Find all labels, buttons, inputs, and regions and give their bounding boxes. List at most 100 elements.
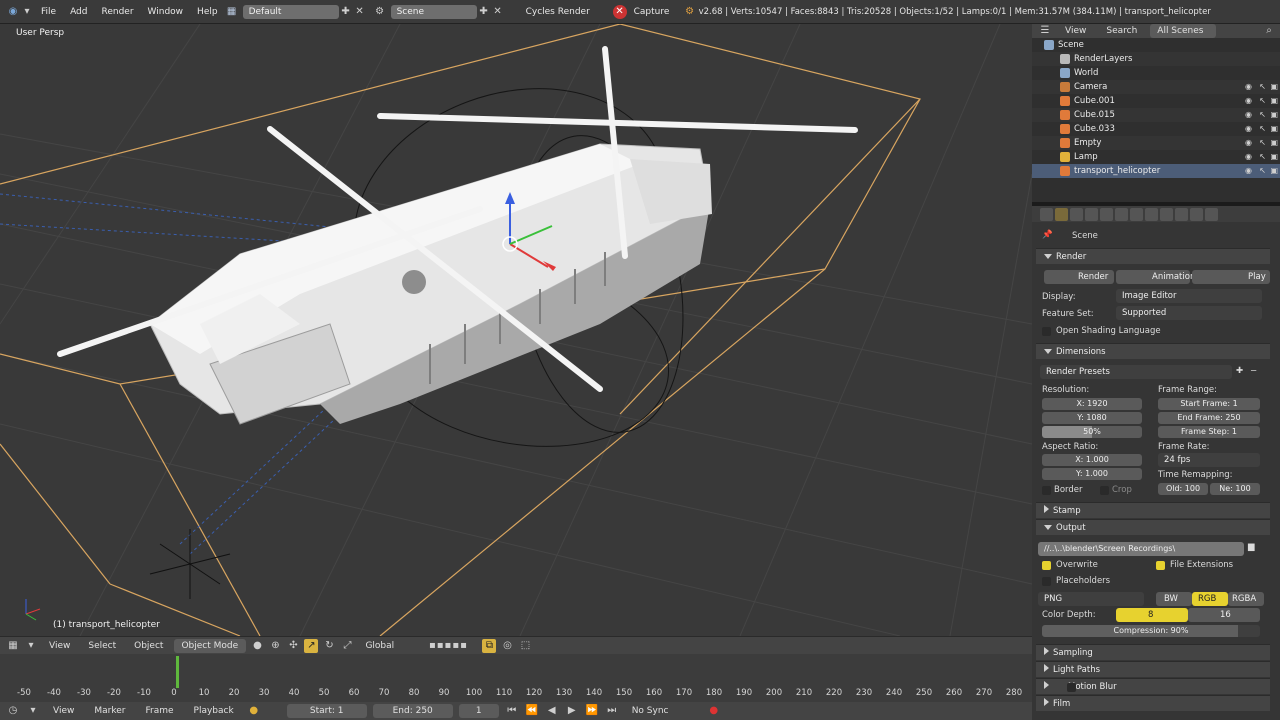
play-icon[interactable]: ▶ xyxy=(565,704,579,718)
selectable-arrow-icon[interactable]: ↖ xyxy=(1259,150,1266,164)
select-menu[interactable]: Select xyxy=(81,639,123,653)
search-icon[interactable]: ⌕ xyxy=(1262,24,1276,38)
visibility-eye-icon[interactable]: ◉ xyxy=(1245,136,1252,150)
tab-world-icon[interactable] xyxy=(1100,207,1113,221)
editor-type-icon[interactable]: ▦ xyxy=(6,639,20,653)
format-select[interactable]: PNG xyxy=(1038,592,1144,606)
jump-end-icon[interactable]: ⏭ xyxy=(605,704,619,718)
rotate-icon[interactable]: ↻ xyxy=(322,639,336,653)
timeline-view-menu[interactable]: View xyxy=(46,704,81,718)
render-camera-icon[interactable]: ▣ xyxy=(1270,122,1278,136)
translate-icon[interactable]: ↗ xyxy=(304,638,319,653)
outliner-item[interactable]: Cube.033 ◉ ↖ ▣ xyxy=(1032,122,1280,136)
current-frame-field[interactable]: 1 xyxy=(458,704,499,718)
scene-icon[interactable]: ⚙ xyxy=(373,5,387,19)
proportional-icon[interactable]: ◎ xyxy=(500,639,514,653)
resolution-y-field[interactable]: Y: 1080 xyxy=(1042,412,1142,424)
manipulator-icon[interactable]: ✣ xyxy=(286,639,300,653)
outliner-item[interactable]: RenderLayers xyxy=(1032,52,1280,66)
placeholders-checkbox[interactable] xyxy=(1042,577,1051,586)
output-path-field[interactable]: //..\..\blender\Screen Recordings\ xyxy=(1038,542,1244,556)
outliner-item[interactable]: Cube.001 ◉ ↖ ▣ xyxy=(1032,94,1280,108)
play-button[interactable]: Play xyxy=(1192,270,1270,284)
motion-blur-panel-header[interactable]: Motion Blur xyxy=(1036,678,1270,694)
rgba-button[interactable]: RGBA xyxy=(1228,592,1264,606)
outliner-editor-icon[interactable]: ☰ xyxy=(1038,24,1052,38)
view-menu[interactable]: View xyxy=(42,639,77,653)
render-presets-select[interactable]: Render Presets xyxy=(1040,365,1232,379)
bw-button[interactable]: BW xyxy=(1156,592,1192,606)
osl-checkbox[interactable] xyxy=(1042,327,1051,336)
render-camera-icon[interactable]: ▣ xyxy=(1270,150,1278,164)
frame-step-field[interactable]: Frame Step: 1 xyxy=(1158,426,1260,438)
end-frame-field[interactable]: End Frame: 250 xyxy=(1158,412,1260,424)
visibility-eye-icon[interactable]: ◉ xyxy=(1245,150,1252,164)
selectable-arrow-icon[interactable]: ↖ xyxy=(1259,164,1266,178)
orientation-select[interactable]: Global xyxy=(358,639,414,653)
aspect-y-field[interactable]: Y: 1.000 xyxy=(1042,468,1142,480)
object-menu[interactable]: Object xyxy=(127,639,170,653)
record-icon[interactable]: ● xyxy=(707,704,721,718)
rgb-button[interactable]: RGB xyxy=(1192,592,1228,606)
outliner-display-select[interactable]: All Scenes xyxy=(1150,24,1217,38)
menu-render[interactable]: Render xyxy=(95,7,141,17)
color-depth-16-button[interactable]: 16 xyxy=(1188,608,1260,622)
mode-select[interactable]: Object Mode xyxy=(174,638,247,653)
tab-render-icon[interactable] xyxy=(1055,207,1068,221)
remove-scene-icon[interactable]: ✕ xyxy=(491,5,505,19)
timeline-playback-menu[interactable]: Playback xyxy=(187,704,241,718)
add-scene-icon[interactable]: ✚ xyxy=(477,5,491,19)
animation-button[interactable]: Animation xyxy=(1116,270,1195,284)
render-camera-icon[interactable]: ▣ xyxy=(1270,136,1278,150)
render-preview-icon[interactable]: ⬚ xyxy=(518,639,532,653)
render-camera-icon[interactable]: ▣ xyxy=(1270,94,1278,108)
outliner-item[interactable]: Cube.015 ◉ ↖ ▣ xyxy=(1032,108,1280,122)
tab-editor-icon[interactable] xyxy=(1040,207,1053,221)
jump-start-icon[interactable]: ⏮ xyxy=(505,704,519,718)
render-camera-icon[interactable]: ▣ xyxy=(1270,164,1278,178)
scale-icon[interactable]: ⤢ xyxy=(340,639,354,653)
outliner-item[interactable]: Camera ◉ ↖ ▣ xyxy=(1032,80,1280,94)
capture-stop-icon[interactable]: ✕ xyxy=(612,4,627,19)
menu-window[interactable]: Window xyxy=(141,7,191,17)
keyframe-icon[interactable]: ● xyxy=(247,704,261,718)
crop-checkbox[interactable] xyxy=(1100,486,1109,495)
motion-blur-checkbox[interactable] xyxy=(1067,683,1076,692)
sync-select[interactable]: No Sync xyxy=(625,704,701,718)
transport-helicopter-model[interactable] xyxy=(149,143,712,425)
selectable-arrow-icon[interactable]: ↖ xyxy=(1259,122,1266,136)
start-frame-field[interactable]: Start: 1 xyxy=(286,704,367,718)
dimensions-panel-header[interactable]: Dimensions xyxy=(1036,343,1270,359)
menu-help[interactable]: Help xyxy=(190,7,225,17)
add-preset-icon[interactable]: ✚ xyxy=(1236,366,1243,376)
timeline-frame-menu[interactable]: Frame xyxy=(138,704,180,718)
film-panel-header[interactable]: Film xyxy=(1036,695,1270,711)
tab-texture-icon[interactable] xyxy=(1190,207,1203,221)
outliner-view-menu[interactable]: View xyxy=(1058,24,1093,38)
3d-viewport[interactable]: User Persp (1) transport_helicopter xyxy=(0,24,1032,636)
selectable-arrow-icon[interactable]: ↖ xyxy=(1259,80,1266,94)
tab-physics-icon[interactable] xyxy=(1205,207,1218,221)
current-frame-cursor[interactable] xyxy=(176,656,179,688)
screen-layout-field[interactable]: Default xyxy=(242,4,339,19)
selectable-arrow-icon[interactable]: ↖ xyxy=(1259,94,1266,108)
light-paths-panel-header[interactable]: Light Paths xyxy=(1036,661,1270,677)
menu-collapse-icon[interactable]: ▾ xyxy=(24,639,38,653)
render-panel-header[interactable]: Render xyxy=(1036,248,1270,264)
output-panel-header[interactable]: Output xyxy=(1036,519,1270,535)
shading-icon[interactable]: ● xyxy=(250,639,264,653)
color-depth-8-button[interactable]: 8 xyxy=(1116,608,1188,622)
capture-label[interactable]: Capture xyxy=(627,7,683,17)
tab-scene-icon[interactable] xyxy=(1085,207,1098,221)
compression-slider[interactable]: Compression: 90% xyxy=(1042,625,1260,637)
menu-toggle-icon[interactable]: ▾ xyxy=(20,5,34,19)
viewport-scene[interactable] xyxy=(0,24,1032,636)
menu-add[interactable]: Add xyxy=(63,7,94,17)
visibility-eye-icon[interactable]: ◉ xyxy=(1245,164,1252,178)
outliner-item[interactable]: Empty ◉ ↖ ▣ xyxy=(1032,136,1280,150)
next-key-icon[interactable]: ⏩ xyxy=(585,704,599,718)
resolution-percent-field[interactable]: 50% xyxy=(1042,426,1142,438)
file-extensions-checkbox[interactable] xyxy=(1156,561,1165,570)
pivot-icon[interactable]: ⊕ xyxy=(268,639,282,653)
tab-data-icon[interactable] xyxy=(1160,207,1173,221)
